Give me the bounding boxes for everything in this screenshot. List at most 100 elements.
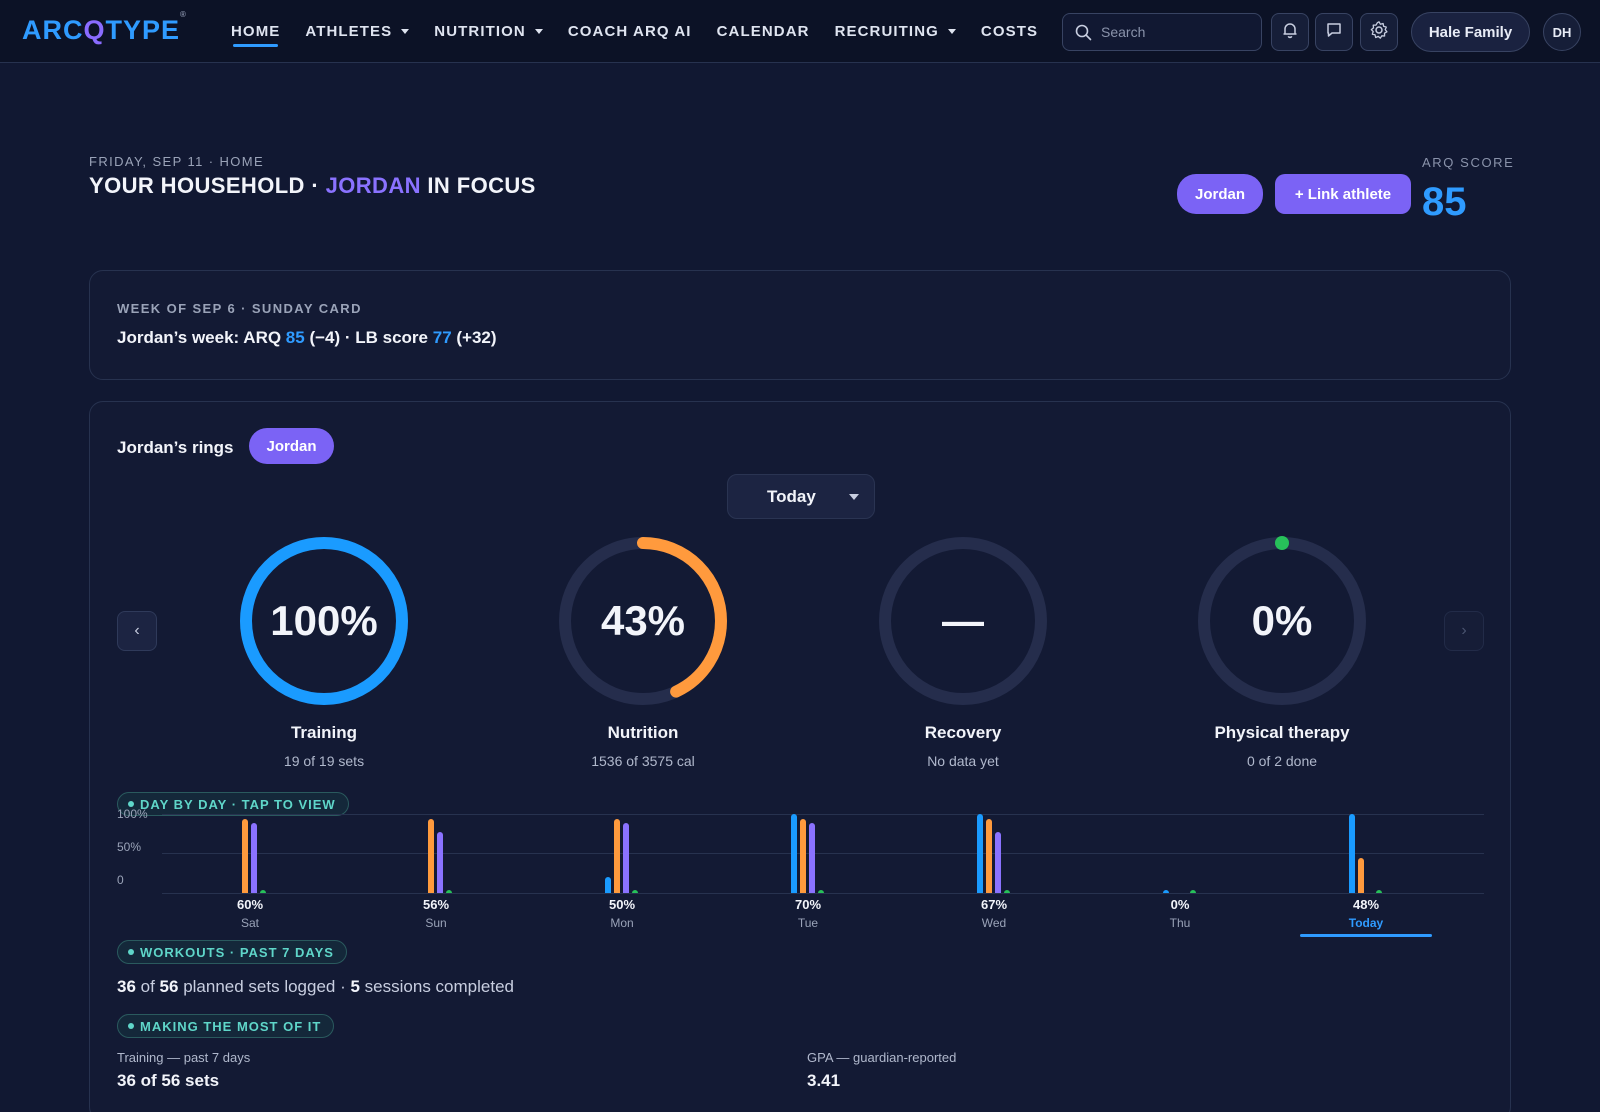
chevron-left-icon: ‹ — [134, 622, 140, 639]
chart-bar[interactable] — [614, 818, 620, 893]
chart-bar[interactable] — [995, 832, 1001, 893]
sunday-card[interactable]: WEEK OF SEP 6 · SUNDAY CARD Jordan’s wee… — [89, 270, 1511, 380]
ring-percent: — — [942, 597, 984, 644]
chart-bar[interactable] — [791, 814, 797, 893]
day-label[interactable]: Thu — [1150, 916, 1210, 930]
y-tick-label: 0 — [117, 873, 124, 887]
arq-score-value: 85 — [1422, 180, 1467, 224]
page-title: YOUR HOUSEHOLD · JORDAN IN FOCUS — [89, 173, 536, 198]
rings-title: Jordan’s rings — [117, 438, 234, 457]
day-label[interactable]: Today — [1336, 916, 1396, 930]
search-icon — [1075, 24, 1092, 46]
avatar[interactable]: DH — [1543, 13, 1581, 51]
training-stat-value: 36 of 56 sets — [117, 1071, 220, 1090]
ring-recovery[interactable]: — Recovery No data yet — [877, 535, 1049, 769]
link-athlete-button[interactable]: + Link athlete — [1275, 174, 1411, 214]
chat-icon — [1325, 21, 1343, 44]
family-switcher[interactable]: Hale Family — [1411, 12, 1530, 52]
chart-bar[interactable] — [446, 890, 452, 893]
gpa-stat-value: 3.41 — [807, 1071, 841, 1090]
chevron-down-icon — [534, 29, 543, 34]
search-box — [1062, 13, 1262, 51]
ring-name: Physical therapy — [1214, 723, 1350, 742]
ring-nutrition[interactable]: 43% Nutrition 1536 of 3575 cal — [557, 535, 729, 769]
chart-bar[interactable] — [800, 818, 806, 893]
messages-button[interactable] — [1315, 13, 1353, 51]
day-percent-label: 56% — [422, 897, 450, 912]
day-percent-label: 48% — [1352, 897, 1380, 912]
prev-arrow-button[interactable]: ‹ — [117, 611, 157, 651]
nav-recruiting[interactable]: RECRUITING — [835, 0, 956, 63]
chart-bar[interactable] — [818, 890, 824, 893]
chart-bar[interactable] — [437, 832, 443, 893]
chart-bar[interactable] — [1163, 890, 1169, 893]
nav-athletes[interactable]: ATHLETES — [305, 0, 410, 63]
settings-button[interactable] — [1360, 13, 1398, 51]
ring-name: Training — [290, 723, 358, 742]
ring-percent: 0% — [1251, 597, 1313, 644]
period-dropdown[interactable]: Today — [727, 474, 875, 519]
day-label[interactable]: Sat — [220, 916, 280, 930]
chart-bar[interactable] — [809, 822, 815, 893]
day-label[interactable]: Wed — [964, 916, 1024, 930]
nav-nutrition[interactable]: NUTRITION — [434, 0, 543, 63]
chart-bar[interactable] — [251, 822, 257, 893]
nav-calendar[interactable]: CALENDAR — [717, 0, 810, 63]
athlete-pill-jordan[interactable]: Jordan — [1177, 174, 1263, 214]
gear-icon — [1369, 20, 1389, 45]
next-arrow-button[interactable]: › — [1444, 611, 1484, 651]
nav-home[interactable]: HOME — [231, 0, 280, 63]
ring-percent: 100% — [270, 597, 378, 644]
making-the-most-tag: MAKING THE MOST OF IT — [117, 1014, 335, 1038]
chevron-right-icon: › — [1461, 622, 1467, 639]
notifications-button[interactable] — [1271, 13, 1309, 51]
ring-detail: 19 of 19 sets — [283, 753, 365, 769]
ring-physical-therapy[interactable]: 0% Physical therapy 0 of 2 done — [1196, 535, 1368, 769]
chart-bar[interactable] — [428, 818, 434, 893]
chart-bar[interactable] — [986, 818, 992, 893]
day-percent-label: 0% — [1170, 897, 1190, 912]
chart-bar[interactable] — [977, 814, 983, 893]
nav-coach-arq-ai[interactable]: COACH ARQ AI — [568, 0, 692, 63]
y-tick-label: 50% — [117, 840, 142, 854]
period-dropdown-value: Today — [767, 487, 816, 506]
chart-bar[interactable] — [1376, 890, 1382, 893]
arq-score-label: ARQ SCORE — [1422, 155, 1515, 170]
chart-bar[interactable] — [1004, 890, 1010, 893]
chart-bar[interactable] — [605, 877, 611, 893]
day-label[interactable]: Sun — [406, 916, 466, 930]
chart-bar[interactable] — [1349, 814, 1355, 893]
ring-detail: 1536 of 3575 cal — [591, 753, 695, 769]
day-percent-label: 70% — [794, 897, 822, 912]
ring-training[interactable]: 100% Training 19 of 19 sets — [238, 535, 410, 769]
top-nav: ARCQTYPE® HOME ATHLETES NUTRITION COACH … — [0, 0, 1600, 63]
chart-bar[interactable] — [260, 890, 266, 893]
chart-bar[interactable] — [1190, 890, 1196, 893]
chart-bar[interactable] — [632, 890, 638, 893]
day-percent-label: 60% — [236, 897, 264, 912]
search-input[interactable] — [1101, 14, 1251, 50]
ring-detail: No data yet — [927, 753, 999, 769]
chart-bar[interactable] — [623, 822, 629, 893]
sunday-card-label: WEEK OF SEP 6 · SUNDAY CARD — [117, 301, 362, 316]
day-percent-label: 67% — [980, 897, 1008, 912]
arcqtype-logo[interactable]: ARCQTYPE® — [22, 10, 187, 46]
training-stat-label: Training — past 7 days — [117, 1050, 251, 1065]
chart-bar[interactable] — [1358, 858, 1364, 893]
y-tick-label: 100% — [117, 807, 148, 821]
nav-links: HOME ATHLETES NUTRITION COACH ARQ AI CAL… — [231, 0, 1063, 63]
day-percent-label: 50% — [608, 897, 636, 912]
gridline — [162, 853, 1484, 854]
chart-bar[interactable] — [242, 818, 248, 893]
selected-day-underline — [1300, 934, 1432, 937]
day-label[interactable]: Mon — [592, 916, 652, 930]
ring-name: Nutrition — [607, 723, 679, 742]
ring-percent: 43% — [600, 597, 686, 644]
day-label[interactable]: Tue — [778, 916, 838, 930]
nav-costs[interactable]: COSTS — [981, 0, 1038, 63]
ring-detail: 0 of 2 done — [1246, 753, 1318, 769]
chevron-down-icon — [947, 29, 956, 34]
rings-athlete-pill[interactable]: Jordan — [249, 428, 334, 464]
rings-card: Jordan’s rings Jordan Today ‹ › 100% Tra… — [89, 401, 1511, 1112]
gpa-stat-label: GPA — guardian-reported — [807, 1050, 957, 1065]
